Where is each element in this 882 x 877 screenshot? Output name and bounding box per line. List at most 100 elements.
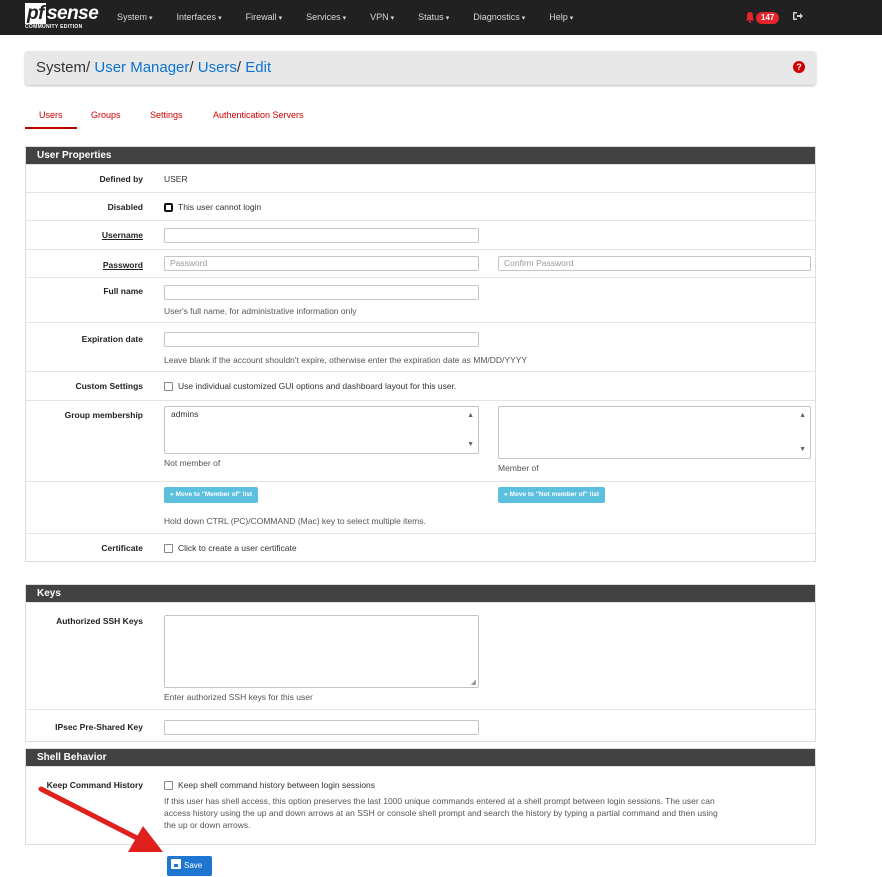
- menu-interfaces[interactable]: Interfaces ▾: [177, 0, 222, 35]
- defined-by-value: USER: [164, 174, 188, 184]
- menu-system[interactable]: System ▾: [117, 0, 153, 35]
- ssh-keys-help: Enter authorized SSH keys for this user: [164, 692, 313, 702]
- command-history-help-line-3: the up or down arrows.: [164, 820, 251, 830]
- custom-settings-row: Custom Settings Use individual customize…: [26, 371, 815, 400]
- expiration-row: Expiration date Leave blank if the accou…: [26, 322, 815, 371]
- certificate-label: Certificate: [101, 543, 143, 553]
- username-row: Username: [26, 220, 815, 249]
- move-buttons-row: » Move to "Member of" list « Move to "No…: [26, 481, 815, 533]
- username-input[interactable]: [164, 228, 479, 243]
- command-history-help-line-2: access history using the up and down arr…: [164, 808, 718, 818]
- main-menu: System ▾ Interfaces ▾ Firewall ▾ Services ▾ …: [117, 0, 597, 35]
- floppy-disk-icon: [171, 859, 181, 869]
- menu-help-label: Help: [549, 12, 568, 22]
- question-circle-icon[interactable]: ?: [793, 61, 805, 73]
- ssh-keys-label: Authorized SSH Keys: [56, 616, 143, 626]
- ipsec-key-label: IPsec Pre-Shared Key: [55, 722, 143, 732]
- scroll-down-icon[interactable]: ▼: [467, 441, 474, 448]
- confirm-password-input[interactable]: Confirm Password: [498, 256, 811, 271]
- custom-settings-label: Custom Settings: [75, 381, 143, 391]
- logo-subtitle: COMMUNITY EDITION: [25, 24, 83, 30]
- breadcrumb: System/ User Manager/ Users/ Edit ?: [25, 51, 816, 85]
- scroll-up-icon[interactable]: ▲: [799, 412, 806, 419]
- caret-down-icon: ▾: [569, 15, 574, 22]
- ipsec-key-row: IPsec Pre-Shared Key: [26, 709, 815, 741]
- move-to-member-button[interactable]: » Move to "Member of" list: [164, 487, 259, 503]
- list-item[interactable]: admins: [165, 407, 478, 421]
- keys-panel: Keys Authorized SSH Keys ◢ Enter authori…: [25, 584, 816, 742]
- password-label: Password: [102, 260, 143, 270]
- username-label: Username: [101, 230, 143, 240]
- password-input[interactable]: Password: [164, 256, 479, 271]
- pfsense-logo[interactable]: pf sense COMMUNITY EDITION: [25, 3, 99, 30]
- command-history-help-line-1: If this user has shell access, this opti…: [164, 796, 715, 806]
- menu-firewall-label: Firewall: [245, 12, 277, 22]
- command-history-checkbox[interactable]: [164, 781, 173, 790]
- panel-title: User Properties: [26, 147, 815, 164]
- ssh-keys-row: Authorized SSH Keys ◢ Enter authorized S…: [26, 602, 815, 709]
- full-name-input[interactable]: [164, 285, 479, 300]
- scroll-up-icon[interactable]: ▲: [467, 412, 474, 419]
- move-to-member-label: Move to "Member of" list: [175, 491, 253, 498]
- expiration-help: Leave blank if the account shouldn't exp…: [164, 355, 528, 365]
- logo-text: sense: [46, 3, 99, 24]
- save-button[interactable]: Save: [167, 856, 212, 876]
- password-row: Password Password Confirm Password: [26, 249, 815, 277]
- group-membership-row: Group membership admins ▲ ▼ ▲ ▼ Not memb…: [26, 400, 815, 481]
- disabled-row: Disabled This user cannot login: [26, 192, 815, 220]
- breadcrumb-edit[interactable]: Edit: [245, 59, 271, 76]
- scroll-down-icon[interactable]: ▼: [799, 446, 806, 453]
- panel-title: Keys: [26, 585, 815, 602]
- breadcrumb-separator: /: [86, 59, 91, 76]
- menu-system-label: System: [117, 12, 148, 22]
- group-membership-label: Group membership: [64, 410, 143, 420]
- double-chevron-left-icon: «: [504, 491, 508, 498]
- panel-title: Shell Behavior: [26, 749, 815, 766]
- full-name-row: Full name User's full name, for administ…: [26, 277, 815, 322]
- command-history-row: Keep Command History Keep shell command …: [26, 766, 815, 844]
- caret-down-icon: ▾: [278, 15, 283, 22]
- menu-diagnostics-label: Diagnostics: [473, 12, 520, 22]
- expiration-label: Expiration date: [81, 334, 143, 344]
- resize-handle-icon[interactable]: ◢: [471, 678, 476, 686]
- shell-behavior-panel: Shell Behavior Keep Command History Keep…: [25, 748, 816, 845]
- menu-firewall[interactable]: Firewall ▾: [246, 0, 283, 35]
- menu-diagnostics[interactable]: Diagnostics ▾: [473, 0, 525, 35]
- breadcrumb-users[interactable]: Users: [198, 59, 237, 76]
- member-caption: Member of: [498, 463, 539, 473]
- alert-count-badge[interactable]: 147: [756, 12, 780, 24]
- logo-pf: pf: [25, 3, 46, 24]
- not-member-caption: Not member of: [164, 458, 221, 468]
- menu-services[interactable]: Services ▾: [306, 0, 346, 35]
- not-member-of-listbox[interactable]: admins ▲ ▼: [164, 406, 479, 454]
- top-navbar: pf sense COMMUNITY EDITION System ▾ Interf…: [0, 0, 882, 35]
- disabled-checkbox[interactable]: [164, 203, 173, 212]
- ipsec-key-input[interactable]: [164, 720, 479, 735]
- bell-icon[interactable]: [744, 11, 756, 25]
- move-help: Hold down CTRL (PC)/COMMAND (Mac) key to…: [164, 516, 426, 526]
- page-title: System/ User Manager/ Users/ Edit: [36, 59, 271, 76]
- disabled-label: Disabled: [107, 202, 143, 212]
- custom-settings-checkbox[interactable]: [164, 382, 173, 391]
- caret-down-icon: ▾: [218, 15, 222, 22]
- tab-authentication-servers[interactable]: Authentication Servers: [213, 108, 304, 122]
- menu-status[interactable]: Status ▾: [418, 0, 449, 35]
- caret-down-icon: ▾: [342, 15, 347, 22]
- sign-out-icon[interactable]: [792, 10, 804, 25]
- member-of-listbox[interactable]: ▲ ▼: [498, 406, 811, 459]
- breadcrumb-user-manager[interactable]: User Manager: [94, 59, 189, 76]
- tab-settings[interactable]: Settings: [150, 108, 183, 122]
- tab-groups[interactable]: Groups: [91, 108, 121, 122]
- tab-users[interactable]: Users: [25, 108, 77, 129]
- expiration-input[interactable]: [164, 332, 479, 347]
- breadcrumb-system: System: [36, 59, 87, 76]
- move-to-not-member-button[interactable]: « Move to "Not member of" list: [498, 487, 606, 503]
- certificate-checkbox[interactable]: [164, 544, 173, 553]
- disabled-checkbox-label: This user cannot login: [178, 202, 262, 212]
- save-button-label: Save: [184, 861, 203, 870]
- menu-vpn[interactable]: VPN ▾: [370, 0, 394, 35]
- caret-down-icon: ▾: [149, 15, 153, 22]
- defined-by-label: Defined by: [99, 174, 143, 184]
- menu-help[interactable]: Help ▾: [549, 0, 573, 35]
- ssh-keys-textarea[interactable]: ◢: [164, 615, 479, 688]
